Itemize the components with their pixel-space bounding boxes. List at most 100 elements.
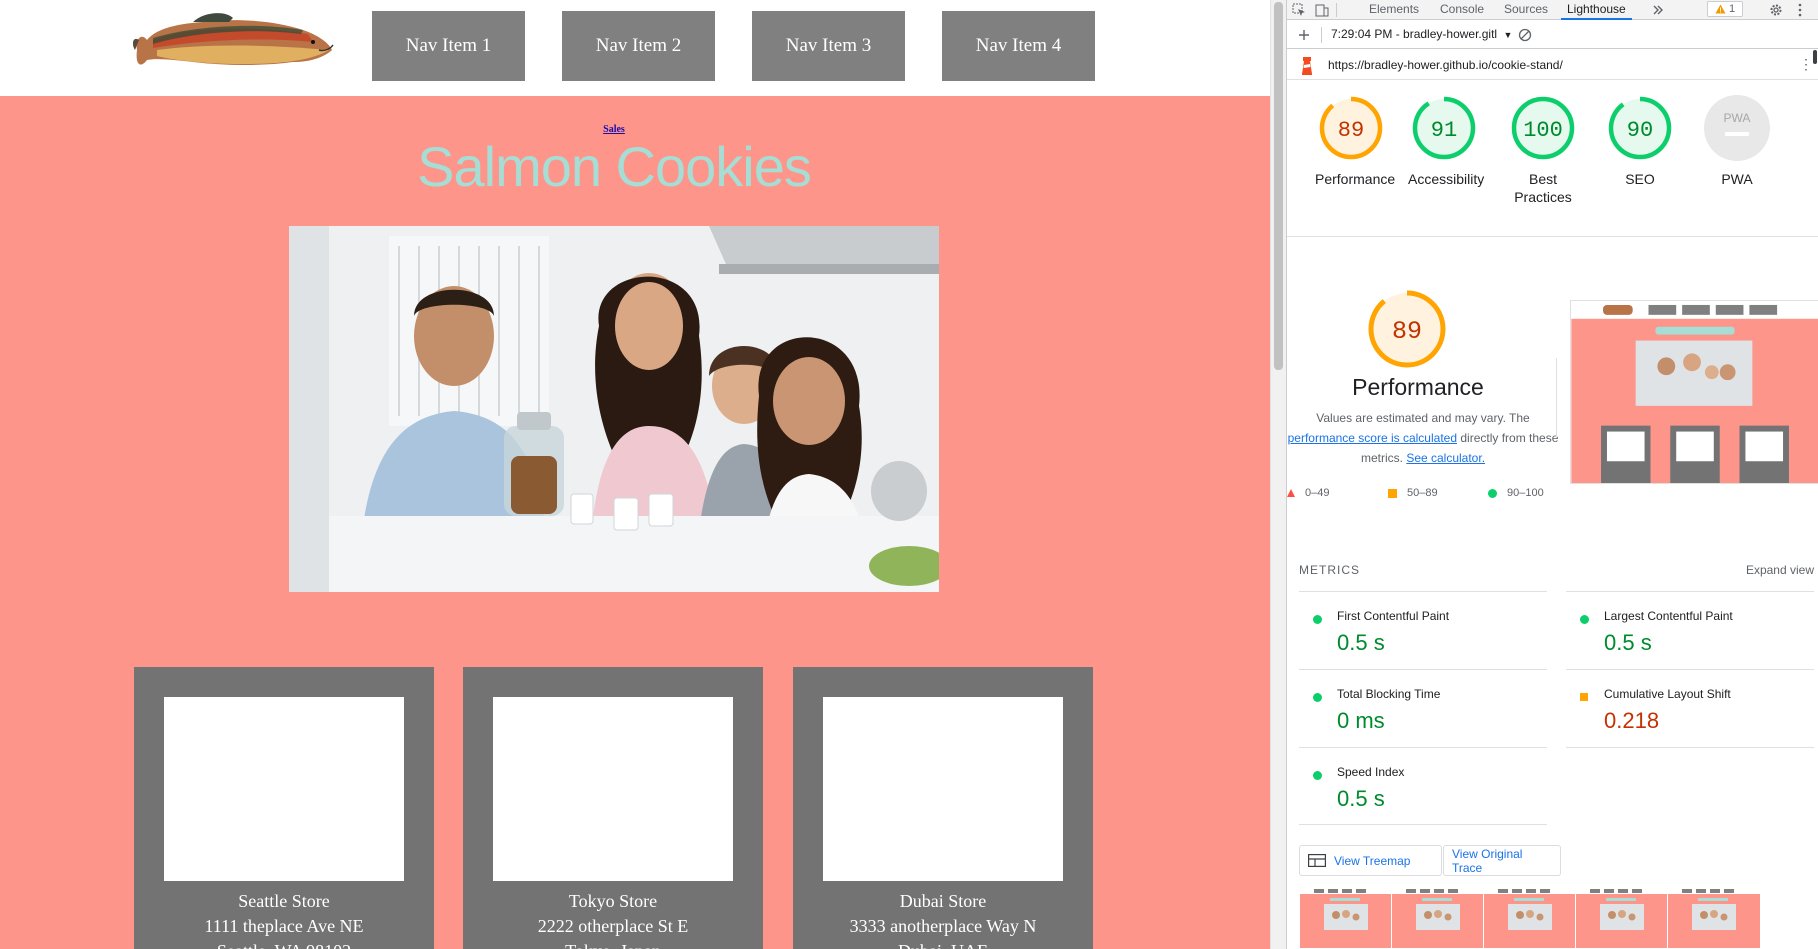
metric-name: Cumulative Layout Shift xyxy=(1604,687,1731,701)
green-circle-icon xyxy=(1488,488,1497,498)
legend-pass: 90–100 xyxy=(1488,487,1544,499)
store-card-dubai: Dubai Store 3333 anotherplace Way N Duba… xyxy=(793,667,1093,949)
store-address: 3333 anotherplace Way N xyxy=(849,916,1037,936)
gauge-label: Best Practices xyxy=(1514,171,1572,205)
devtools-panel: Elements Console Sources Lighthouse 1 7:… xyxy=(1286,0,1818,949)
filmstrip-frame xyxy=(1391,886,1496,949)
score-calculated-link[interactable]: performance score is calculated xyxy=(1288,431,1457,445)
salmon-logo xyxy=(133,13,334,65)
score-gauge-icon: 91 xyxy=(1412,96,1476,160)
green-circle-icon xyxy=(1580,615,1589,624)
devtools-scroll-thumb[interactable] xyxy=(1813,50,1817,64)
orange-square-icon xyxy=(1388,488,1397,498)
metric-value: 0.218 xyxy=(1604,708,1660,733)
gauge-seo[interactable]: 90 SEO xyxy=(1604,95,1676,188)
orange-square-icon xyxy=(1580,693,1588,701)
filmstrip-frame xyxy=(1299,886,1404,949)
nav-item-1[interactable]: Nav Item 1 xyxy=(372,11,525,81)
gauge-score: 90 xyxy=(1627,118,1653,143)
gauge-accessibility[interactable]: 91 Accessibility xyxy=(1408,95,1485,188)
view-trace-label: View Original Trace xyxy=(1452,846,1523,875)
green-circle-icon xyxy=(1313,693,1322,702)
gauge-label: SEO xyxy=(1625,171,1655,187)
store-name: Tokyo Store xyxy=(568,891,658,911)
gauge-label: Performance xyxy=(1315,171,1396,187)
metric-largest-contentful-paint: Largest Contentful Paint 0.5 s xyxy=(1566,591,1814,669)
store-info: Seattle Store 1111 theplace Ave NE Seatt… xyxy=(134,889,434,949)
perf-desc-text: Values are estimated and may vary. The xyxy=(1316,411,1530,425)
store-image-placeholder xyxy=(493,697,733,881)
perf-divider xyxy=(1556,358,1557,438)
nav-item-3[interactable]: Nav Item 3 xyxy=(752,11,905,81)
view-treemap-button[interactable]: View Treemap xyxy=(1299,845,1442,876)
website-viewport: Nav Item 1 Nav Item 2 Nav Item 3 Nav Ite… xyxy=(0,0,1270,949)
pwa-badge-icon: PWA xyxy=(1704,95,1770,161)
gauge-pwa[interactable]: PWA PWA xyxy=(1701,95,1773,188)
lighthouse-logo-icon xyxy=(1302,57,1312,75)
gauge-label: Accessibility xyxy=(1408,171,1485,187)
metric-value: 0.5 s xyxy=(1337,630,1385,655)
view-original-trace-button[interactable]: View Original Trace xyxy=(1443,845,1561,876)
gauge-score: 91 xyxy=(1431,118,1457,143)
metric-value: 0.5 s xyxy=(1604,630,1652,655)
url-menu-icon[interactable]: ⋮ xyxy=(1799,57,1813,71)
store-city: Seattle, WA 98102 xyxy=(134,939,434,949)
performance-title: Performance xyxy=(1352,374,1484,400)
store-name: Dubai Store xyxy=(899,891,987,911)
green-circle-icon xyxy=(1313,615,1322,624)
new-report-plus-icon[interactable] xyxy=(1295,26,1313,44)
tab-separator xyxy=(1336,3,1337,17)
warning-icon xyxy=(1715,4,1726,14)
store-card-tokyo: Tokyo Store 2222 otherplace St E Tokyo, … xyxy=(463,667,763,949)
summary-divider xyxy=(1287,236,1818,237)
nav-item-4[interactable]: Nav Item 4 xyxy=(942,11,1095,81)
store-card-seattle: Seattle Store 1111 theplace Ave NE Seatt… xyxy=(134,667,434,949)
warning-count: 1 xyxy=(1728,3,1736,15)
gauge-score: 89 xyxy=(1392,317,1422,346)
chevron-down-icon: ▼ xyxy=(1503,30,1513,40)
final-screenshot-thumbnail[interactable] xyxy=(1570,300,1818,484)
legend-label: 90–100 xyxy=(1507,487,1544,499)
store-name: Seattle Store xyxy=(238,891,330,911)
inspect-element-icon[interactable] xyxy=(1290,1,1308,19)
metric-total-blocking-time: Total Blocking Time 0 ms xyxy=(1299,669,1547,747)
report-select[interactable]: 7:29:04 PM - bradley-hower.gitl ▼ xyxy=(1331,27,1512,41)
warnings-counter[interactable]: 1 xyxy=(1707,1,1743,17)
legend-label: 0–49 xyxy=(1305,487,1330,499)
pwa-badge-text: PWA xyxy=(1724,111,1751,125)
tab-console[interactable]: Console xyxy=(1440,0,1484,20)
store-city: Tokyo, Japan xyxy=(463,939,763,949)
gauge-best-practices[interactable]: 100 Best Practices xyxy=(1499,95,1587,206)
metric-name: First Contentful Paint xyxy=(1337,609,1450,623)
gauge-performance[interactable]: 89 Performance xyxy=(1315,95,1396,188)
report-select-value: 7:29:04 PM - bradley-hower.gitl xyxy=(1331,27,1498,41)
metric-value: 0.5 s xyxy=(1337,786,1385,811)
site-header: Nav Item 1 Nav Item 2 Nav Item 3 Nav Ite… xyxy=(0,0,1270,96)
nav-item-2[interactable]: Nav Item 2 xyxy=(562,11,715,81)
tab-elements[interactable]: Elements xyxy=(1369,0,1419,20)
metrics-header: METRICS Expand view xyxy=(1299,563,1814,577)
tab-sources[interactable]: Sources xyxy=(1504,0,1548,20)
score-gauge-icon: 89 xyxy=(1319,96,1383,160)
legend-label: 50–89 xyxy=(1407,487,1438,499)
expand-view-toggle[interactable]: Expand view xyxy=(1746,563,1814,577)
devtools-scrollbar[interactable] xyxy=(1812,50,1818,949)
device-toolbar-icon[interactable] xyxy=(1313,1,1331,19)
settings-gear-icon[interactable] xyxy=(1767,1,1785,19)
filmstrip-frame xyxy=(1575,886,1680,949)
clear-reports-icon[interactable] xyxy=(1516,26,1534,44)
metric-speed-index: Speed Index 0.5 s xyxy=(1299,747,1547,825)
page-scrollbar-thumb[interactable] xyxy=(1274,2,1283,370)
page-scrollbar[interactable] xyxy=(1270,0,1286,949)
kebab-menu-icon[interactable] xyxy=(1791,1,1809,19)
tab-lighthouse[interactable]: Lighthouse xyxy=(1561,0,1632,20)
more-tabs-icon[interactable] xyxy=(1649,1,1667,19)
metrics-label: METRICS xyxy=(1299,563,1360,577)
toolbar-separator xyxy=(1321,27,1322,43)
gauge-score: 89 xyxy=(1338,118,1364,143)
score-gauge-icon: 100 xyxy=(1511,96,1575,160)
metrics-row-divider xyxy=(1566,747,1814,748)
red-triangle-icon xyxy=(1287,489,1295,497)
report-url[interactable]: https://bradley-hower.github.io/cookie-s… xyxy=(1328,58,1563,72)
see-calculator-link[interactable]: See calculator. xyxy=(1406,451,1485,465)
